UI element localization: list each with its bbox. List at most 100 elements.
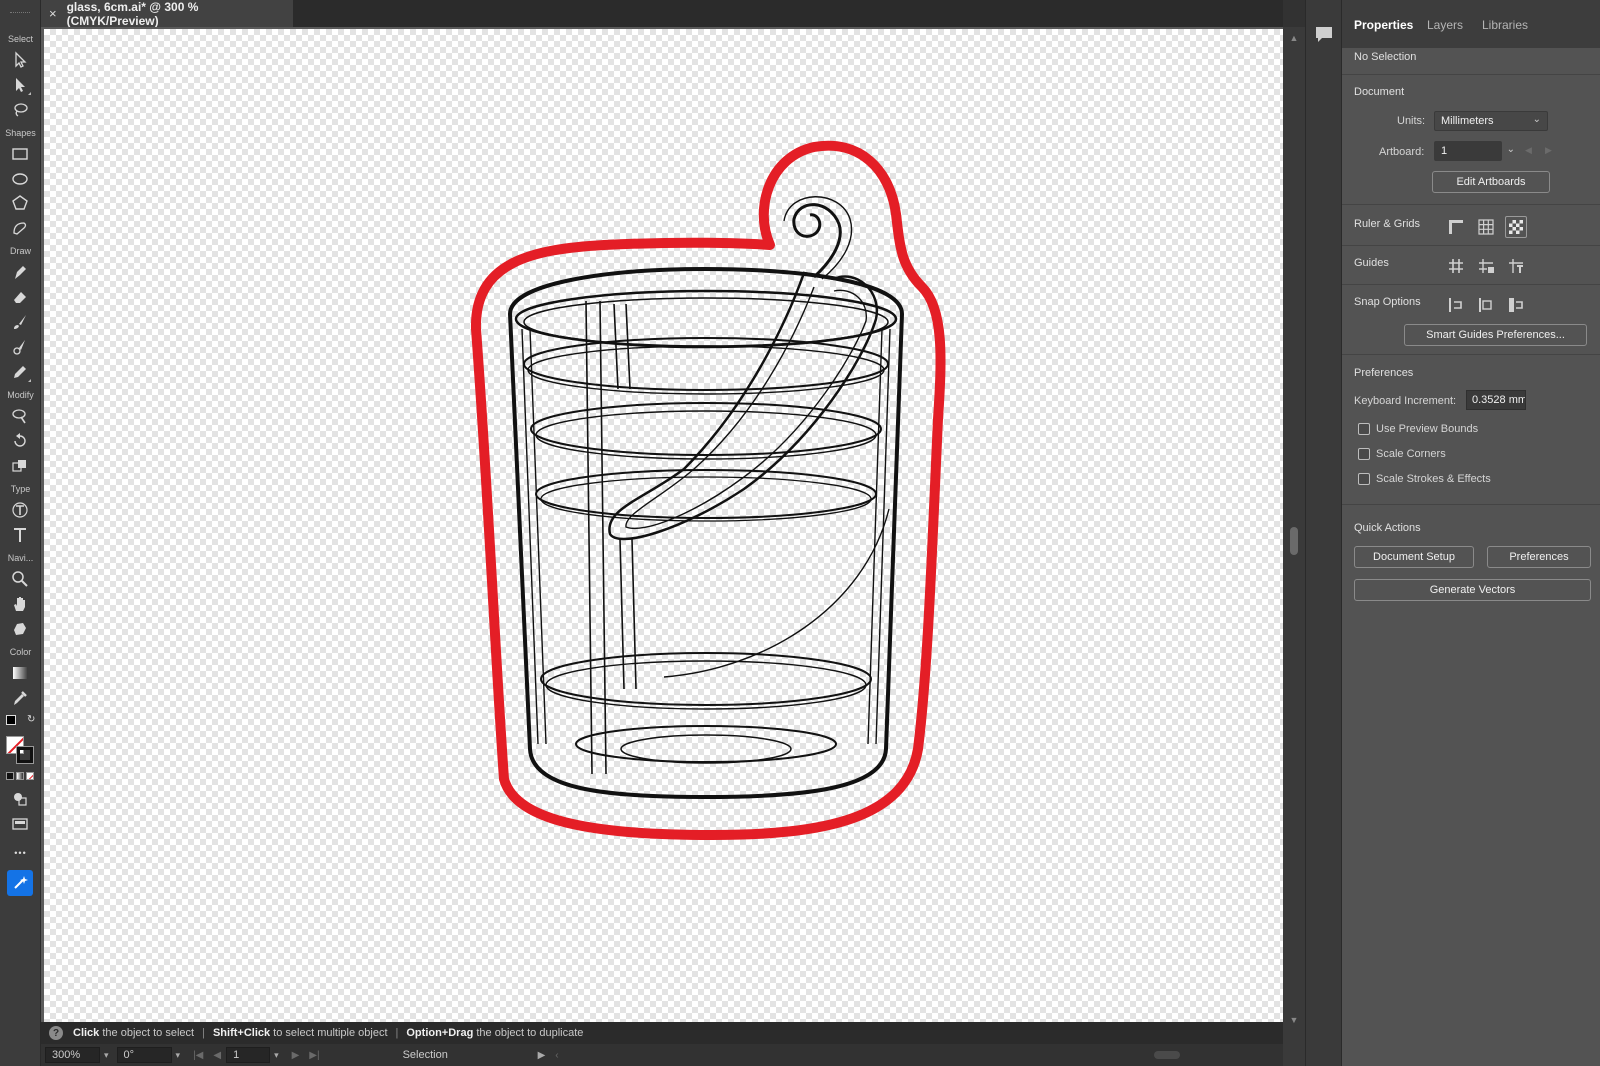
lasso-icon [14, 103, 28, 117]
tab-properties[interactable]: Properties [1354, 18, 1413, 32]
first-artboard-icon[interactable]: |◀ [193, 1050, 203, 1061]
generative-ai-tool[interactable] [7, 870, 33, 896]
tab-libraries[interactable]: Libraries [1482, 18, 1528, 32]
snap-to-pixel-icon[interactable] [1475, 294, 1497, 316]
hand-tool[interactable] [8, 593, 32, 615]
comments-icon[interactable] [1314, 24, 1334, 44]
swap-colors-icon[interactable]: ↻ [27, 714, 35, 725]
glass-artwork[interactable] [44, 29, 1283, 1022]
default-colors-icon[interactable] [6, 715, 16, 725]
lasso-tool[interactable] [8, 99, 32, 121]
next-artboard-icon[interactable]: ▶ [292, 1050, 300, 1061]
selection-tool[interactable] [8, 49, 32, 71]
edit-artboards-button[interactable]: Edit Artboards [1432, 171, 1550, 193]
rotate-view-icon [14, 623, 26, 635]
gradient-tool[interactable] [8, 662, 32, 684]
selection-arrow-icon [15, 51, 27, 68]
document-title: glass, 6cm.ai* @ 300 % (CMYK/Preview) [66, 0, 199, 28]
ellipse-tool[interactable] [8, 168, 32, 190]
zoom-tool[interactable] [8, 568, 32, 590]
last-artboard-icon[interactable]: ▶| [309, 1050, 319, 1061]
direct-selection-tool[interactable] [8, 74, 32, 96]
generate-vectors-button[interactable]: Generate Vectors [1354, 579, 1591, 601]
quick-actions-heading: Quick Actions [1354, 522, 1421, 534]
pen-tool[interactable] [8, 261, 32, 283]
artboard-number-field[interactable]: 1 [226, 1047, 271, 1063]
keyboard-increment-input[interactable]: 0.3528 mm [1466, 390, 1526, 410]
glass-base-ellipse [575, 725, 837, 763]
eraser-icon [14, 292, 26, 303]
document-tab[interactable]: × glass, 6cm.ai* @ 300 % (CMYK/Preview) [41, 0, 293, 28]
scale-corners-checkbox[interactable]: Scale Corners [1358, 448, 1446, 460]
tab-layers[interactable]: Layers [1427, 18, 1463, 32]
rotation-dropdown-icon[interactable]: ▾ [176, 1050, 181, 1061]
rotate-view-tool[interactable] [8, 618, 32, 640]
ruler-grids-heading: Ruler & Grids [1354, 218, 1421, 230]
help-icon[interactable]: ? [49, 1026, 63, 1040]
grid-icon[interactable] [1475, 216, 1497, 238]
scroll-left-icon[interactable]: ‹ [555, 1050, 558, 1061]
snap-to-glyph-icon[interactable] [1505, 294, 1527, 316]
pencil-tool[interactable] [8, 361, 32, 383]
document-heading: Document [1354, 86, 1405, 98]
rotation-field[interactable]: 0° [116, 1047, 172, 1063]
selection-status: No Selection [1354, 51, 1417, 63]
scale-strokes-effects-checkbox[interactable]: Scale Strokes & Effects [1358, 473, 1491, 485]
scroll-down-icon[interactable]: ▼ [1289, 1015, 1299, 1025]
eyedropper-tool[interactable] [8, 687, 32, 709]
vertical-scrollbar[interactable]: ▲ ▼ [1283, 27, 1305, 1066]
rotation-value: 0° [123, 1049, 135, 1061]
artboard-dropdown[interactable]: 1 ⌄ [1434, 141, 1515, 161]
zoom-dropdown-icon[interactable]: ▾ [104, 1050, 109, 1061]
artboard-dropdown-icon[interactable]: ▾ [274, 1050, 279, 1061]
canvas[interactable] [41, 27, 1283, 1022]
rulers-icon[interactable] [1445, 216, 1467, 238]
draw-mode-tool[interactable] [8, 788, 32, 810]
direct-selection-arrow-icon [16, 78, 25, 92]
scroll-up-icon[interactable]: ▲ [1289, 33, 1299, 43]
polygon-tool[interactable] [8, 192, 32, 214]
rotate-tool[interactable] [8, 430, 32, 452]
warp-icon [12, 409, 26, 424]
illustrator-window: Select Shapes Draw Modify Type Navi... C… [0, 0, 1600, 1066]
show-guides-icon[interactable] [1445, 255, 1467, 277]
rectangle-tool[interactable] [8, 143, 32, 165]
stroke-swatch[interactable] [16, 746, 34, 764]
pencil-icon [14, 366, 26, 378]
eraser-tool[interactable] [8, 286, 32, 308]
use-preview-bounds-label: Use Preview Bounds [1376, 423, 1479, 435]
preferences-button[interactable]: Preferences [1487, 546, 1591, 568]
lock-guides-icon[interactable] [1475, 255, 1497, 277]
type-tool[interactable] [8, 524, 32, 546]
artboard-label: Artboard: [1379, 146, 1425, 158]
next-artboard-icon[interactable]: ▶ [1545, 145, 1552, 156]
scrollbar-thumb[interactable] [1290, 527, 1298, 555]
color-mode-buttons[interactable] [6, 772, 34, 780]
transparency-grid-icon[interactable] [1505, 216, 1527, 238]
document-setup-button[interactable]: Document Setup [1354, 546, 1474, 568]
artboard[interactable] [44, 29, 1283, 1022]
blob-brush-tool[interactable] [8, 336, 32, 358]
scale-tool[interactable] [8, 455, 32, 477]
shaper-tool[interactable] [8, 217, 32, 239]
use-preview-bounds-checkbox[interactable]: Use Preview Bounds [1358, 423, 1478, 435]
smart-guides-preferences-button[interactable]: Smart Guides Preferences... [1404, 324, 1587, 346]
touch-type-tool[interactable] [8, 499, 32, 521]
horizontal-scroll-thumb[interactable] [1153, 1051, 1180, 1059]
screen-mode-tool[interactable] [8, 813, 32, 835]
previous-artboard-icon[interactable]: ◀ [1525, 145, 1532, 156]
toolbar-grip[interactable] [10, 12, 30, 14]
collapsed-panels-strip [1305, 0, 1341, 1066]
make-guides-icon[interactable] [1505, 255, 1527, 277]
ellipse-icon [12, 173, 28, 185]
zoom-level-field[interactable]: 300% [45, 1047, 100, 1063]
close-tab-icon[interactable]: × [49, 6, 57, 21]
edit-toolbar-more[interactable]: ••• [0, 848, 41, 858]
chili-pepper[interactable] [608, 271, 879, 541]
warp-tool[interactable] [8, 405, 32, 427]
previous-artboard-icon[interactable]: ◀ [213, 1050, 221, 1061]
snap-to-point-icon[interactable] [1445, 294, 1467, 316]
paintbrush-tool[interactable] [8, 311, 32, 333]
units-dropdown[interactable]: Millimeters ⌄ [1434, 111, 1548, 131]
status-menu-icon[interactable]: ▶ [538, 1050, 546, 1061]
